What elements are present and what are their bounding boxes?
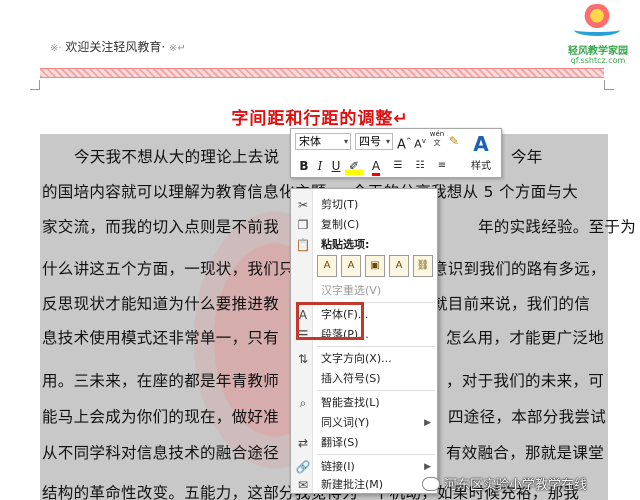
chevron-down-icon: ▾ <box>343 137 348 146</box>
body-line[interactable]: 能马上会成为你们的现在，做好准 <box>42 405 279 427</box>
scissors-icon: ✂ <box>297 198 309 212</box>
body-line[interactable]: 家交流，而我的切入点则是不前我 <box>42 215 279 237</box>
menu-item-new-comment[interactable]: ✉ 新建批注(M) <box>291 475 437 495</box>
context-menu: ✂ 剪切(T) ❐ 复制(C) 📋 粘贴选项: A A ▣ A ⛓ 汉字重选(V… <box>290 188 438 494</box>
document-title: 字间距和行距的调整↵ <box>231 109 409 129</box>
menu-item-synonyms[interactable]: 同义词(Y) ▶ <box>291 413 437 433</box>
wechat-watermark: 河东区实验小学教学在线 <box>422 474 587 496</box>
font-name-dropdown[interactable]: 宋体 ▾ <box>295 133 351 150</box>
menu-item-cut[interactable]: ✂ 剪切(T) <box>291 195 437 215</box>
margin-corner-mark <box>30 80 40 90</box>
search-icon: ⌕ <box>299 396 307 410</box>
body-line[interactable]: 什么讲这五个方面，一现状，我们只 <box>42 257 295 279</box>
menu-item-translate[interactable]: ⇄ 翻译(S) <box>291 433 437 453</box>
wechat-icon <box>422 477 440 491</box>
body-line-right[interactable]: 有效融合，那就是课堂 <box>446 441 604 463</box>
format-painter-icon[interactable]: ✎ <box>447 132 461 150</box>
site-logo: 轻风教学家园 qf.sshtcz.com <box>560 4 636 70</box>
paste-text-only-icon[interactable]: A <box>389 255 409 277</box>
body-line[interactable]: 用。三未来，在座的都是年青教师 <box>42 369 279 391</box>
header-decorative-band <box>40 68 604 78</box>
body-line[interactable]: 从不同学科对信息技术的融合途径 <box>42 441 279 463</box>
header-text: 欢迎关注轻风教育· <box>65 40 166 54</box>
submenu-arrow-icon: ▶ <box>424 418 431 428</box>
header-left-mark: ※· <box>50 43 62 54</box>
underline-button[interactable]: U <box>329 157 343 175</box>
mini-formatting-toolbar: 宋体 ▾ 四号 ▾ A^ Av wén 文 ✎ B I U ✐ A ☰ ☷ ≡ A 样… <box>290 128 502 178</box>
body-line-right[interactable]: 怎么用，才能更广泛地 <box>446 326 604 348</box>
translate-icon: ⇄ <box>297 436 309 450</box>
font-color-button[interactable]: A <box>367 157 385 176</box>
document-header: ※· 欢迎关注轻风教育· ※↵ <box>50 38 186 55</box>
body-line[interactable]: 反思现状才能知道为什么要推进教 <box>42 292 279 314</box>
body-line-right[interactable]: 意识到我们的路有多远， <box>432 257 606 279</box>
menu-item-smart-lookup[interactable]: ⌕ 智能查找(L) <box>291 393 437 413</box>
paste-keep-source-icon[interactable]: A <box>317 255 337 277</box>
paste-picture-icon[interactable]: ▣ <box>365 255 385 277</box>
styles-label: 样式 <box>471 161 491 172</box>
body-line[interactable]: 今天我不想从大的理论上去说 <box>42 145 279 167</box>
clipboard-icon: 📋 <box>295 238 311 252</box>
comment-icon: ✉ <box>297 478 309 492</box>
menu-item-reconvert: 汉字重选(V) <box>321 284 382 297</box>
phonetic-guide-button[interactable]: wén 文 <box>429 130 445 148</box>
menu-item-copy[interactable]: ❐ 复制(C) <box>291 215 437 235</box>
shrink-font-button[interactable]: Av <box>413 132 427 151</box>
grow-font-button[interactable]: A^ <box>397 132 412 152</box>
paste-merge-format-icon[interactable]: A <box>341 255 361 277</box>
logo-url: qf.sshtcz.com <box>570 56 626 65</box>
annotation-highlight-box <box>296 302 364 340</box>
font-size-dropdown[interactable]: 四号 ▾ <box>355 133 393 150</box>
body-line-right[interactable]: 四途径，本部分我尝试 <box>448 405 606 427</box>
bold-button[interactable]: B <box>297 157 311 175</box>
menu-item-link[interactable]: 🔗 链接(I) ▶ <box>291 457 437 477</box>
menu-separator <box>317 454 435 455</box>
styles-button[interactable]: A 样式 <box>463 131 499 175</box>
header-right-mark: ※↵ <box>169 43 186 54</box>
logo-name: 轻风教学家园 <box>568 46 628 57</box>
body-line[interactable]: 息技术使用模式还非常单一，只有 <box>42 326 279 348</box>
numbered-list-icon[interactable]: ☷ <box>411 157 429 175</box>
menu-item-text-direction[interactable]: ⇅ 文字方向(X)... <box>291 349 437 369</box>
body-line-right[interactable]: ，对于我们的未来，可 <box>446 369 604 391</box>
styles-icon: A <box>473 132 489 156</box>
chevron-down-icon: ▾ <box>385 137 390 146</box>
highlight-color-icon[interactable]: ✐ <box>345 157 363 175</box>
body-line-right[interactable]: 就目前来说，我们的信 <box>432 292 590 314</box>
text-direction-icon: ⇅ <box>297 352 309 366</box>
paragraph-spacing-icon[interactable]: ≡ <box>433 157 451 175</box>
copy-icon: ❐ <box>297 218 309 232</box>
menu-item-insert-symbol[interactable]: 插入符号(S) <box>291 369 437 389</box>
italic-button[interactable]: I <box>313 157 327 175</box>
logo-wave-icon <box>574 24 620 36</box>
menu-separator <box>317 346 435 347</box>
menu-separator <box>317 390 435 391</box>
menu-item-paste-options: 📋 粘贴选项: <box>291 235 437 255</box>
margin-corner-mark <box>604 80 614 90</box>
link-icon: 🔗 <box>295 460 311 474</box>
bullet-list-icon[interactable]: ☰ <box>389 157 407 175</box>
body-line-right[interactable]: 年的实践经验。至于为 <box>478 215 636 237</box>
paste-link-icon[interactable]: ⛓ <box>413 255 433 277</box>
